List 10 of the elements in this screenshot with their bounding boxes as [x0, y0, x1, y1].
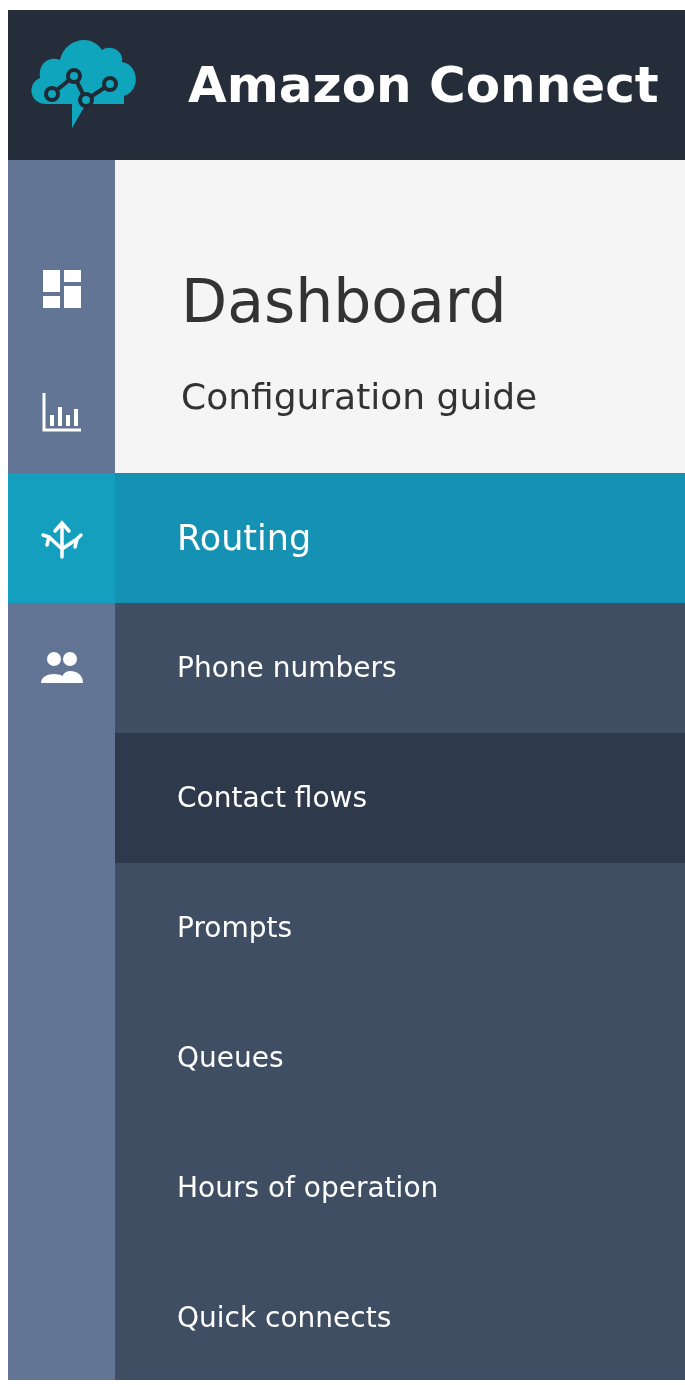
- menu-item[interactable]: Prompts: [115, 863, 685, 993]
- flyout-title: Routing: [115, 473, 685, 603]
- menu-item[interactable]: Phone numbers: [115, 603, 685, 733]
- menu-item[interactable]: Queues: [115, 993, 685, 1123]
- app-title: Amazon Connect: [188, 54, 659, 116]
- menu-item[interactable]: Quick connects: [115, 1253, 685, 1380]
- menu-item[interactable]: Hours of operation: [115, 1123, 685, 1253]
- section-heading: Configuration guide: [181, 375, 539, 419]
- page-heading: Dashboard: [181, 265, 508, 337]
- menu-item[interactable]: Contact flows: [115, 733, 685, 863]
